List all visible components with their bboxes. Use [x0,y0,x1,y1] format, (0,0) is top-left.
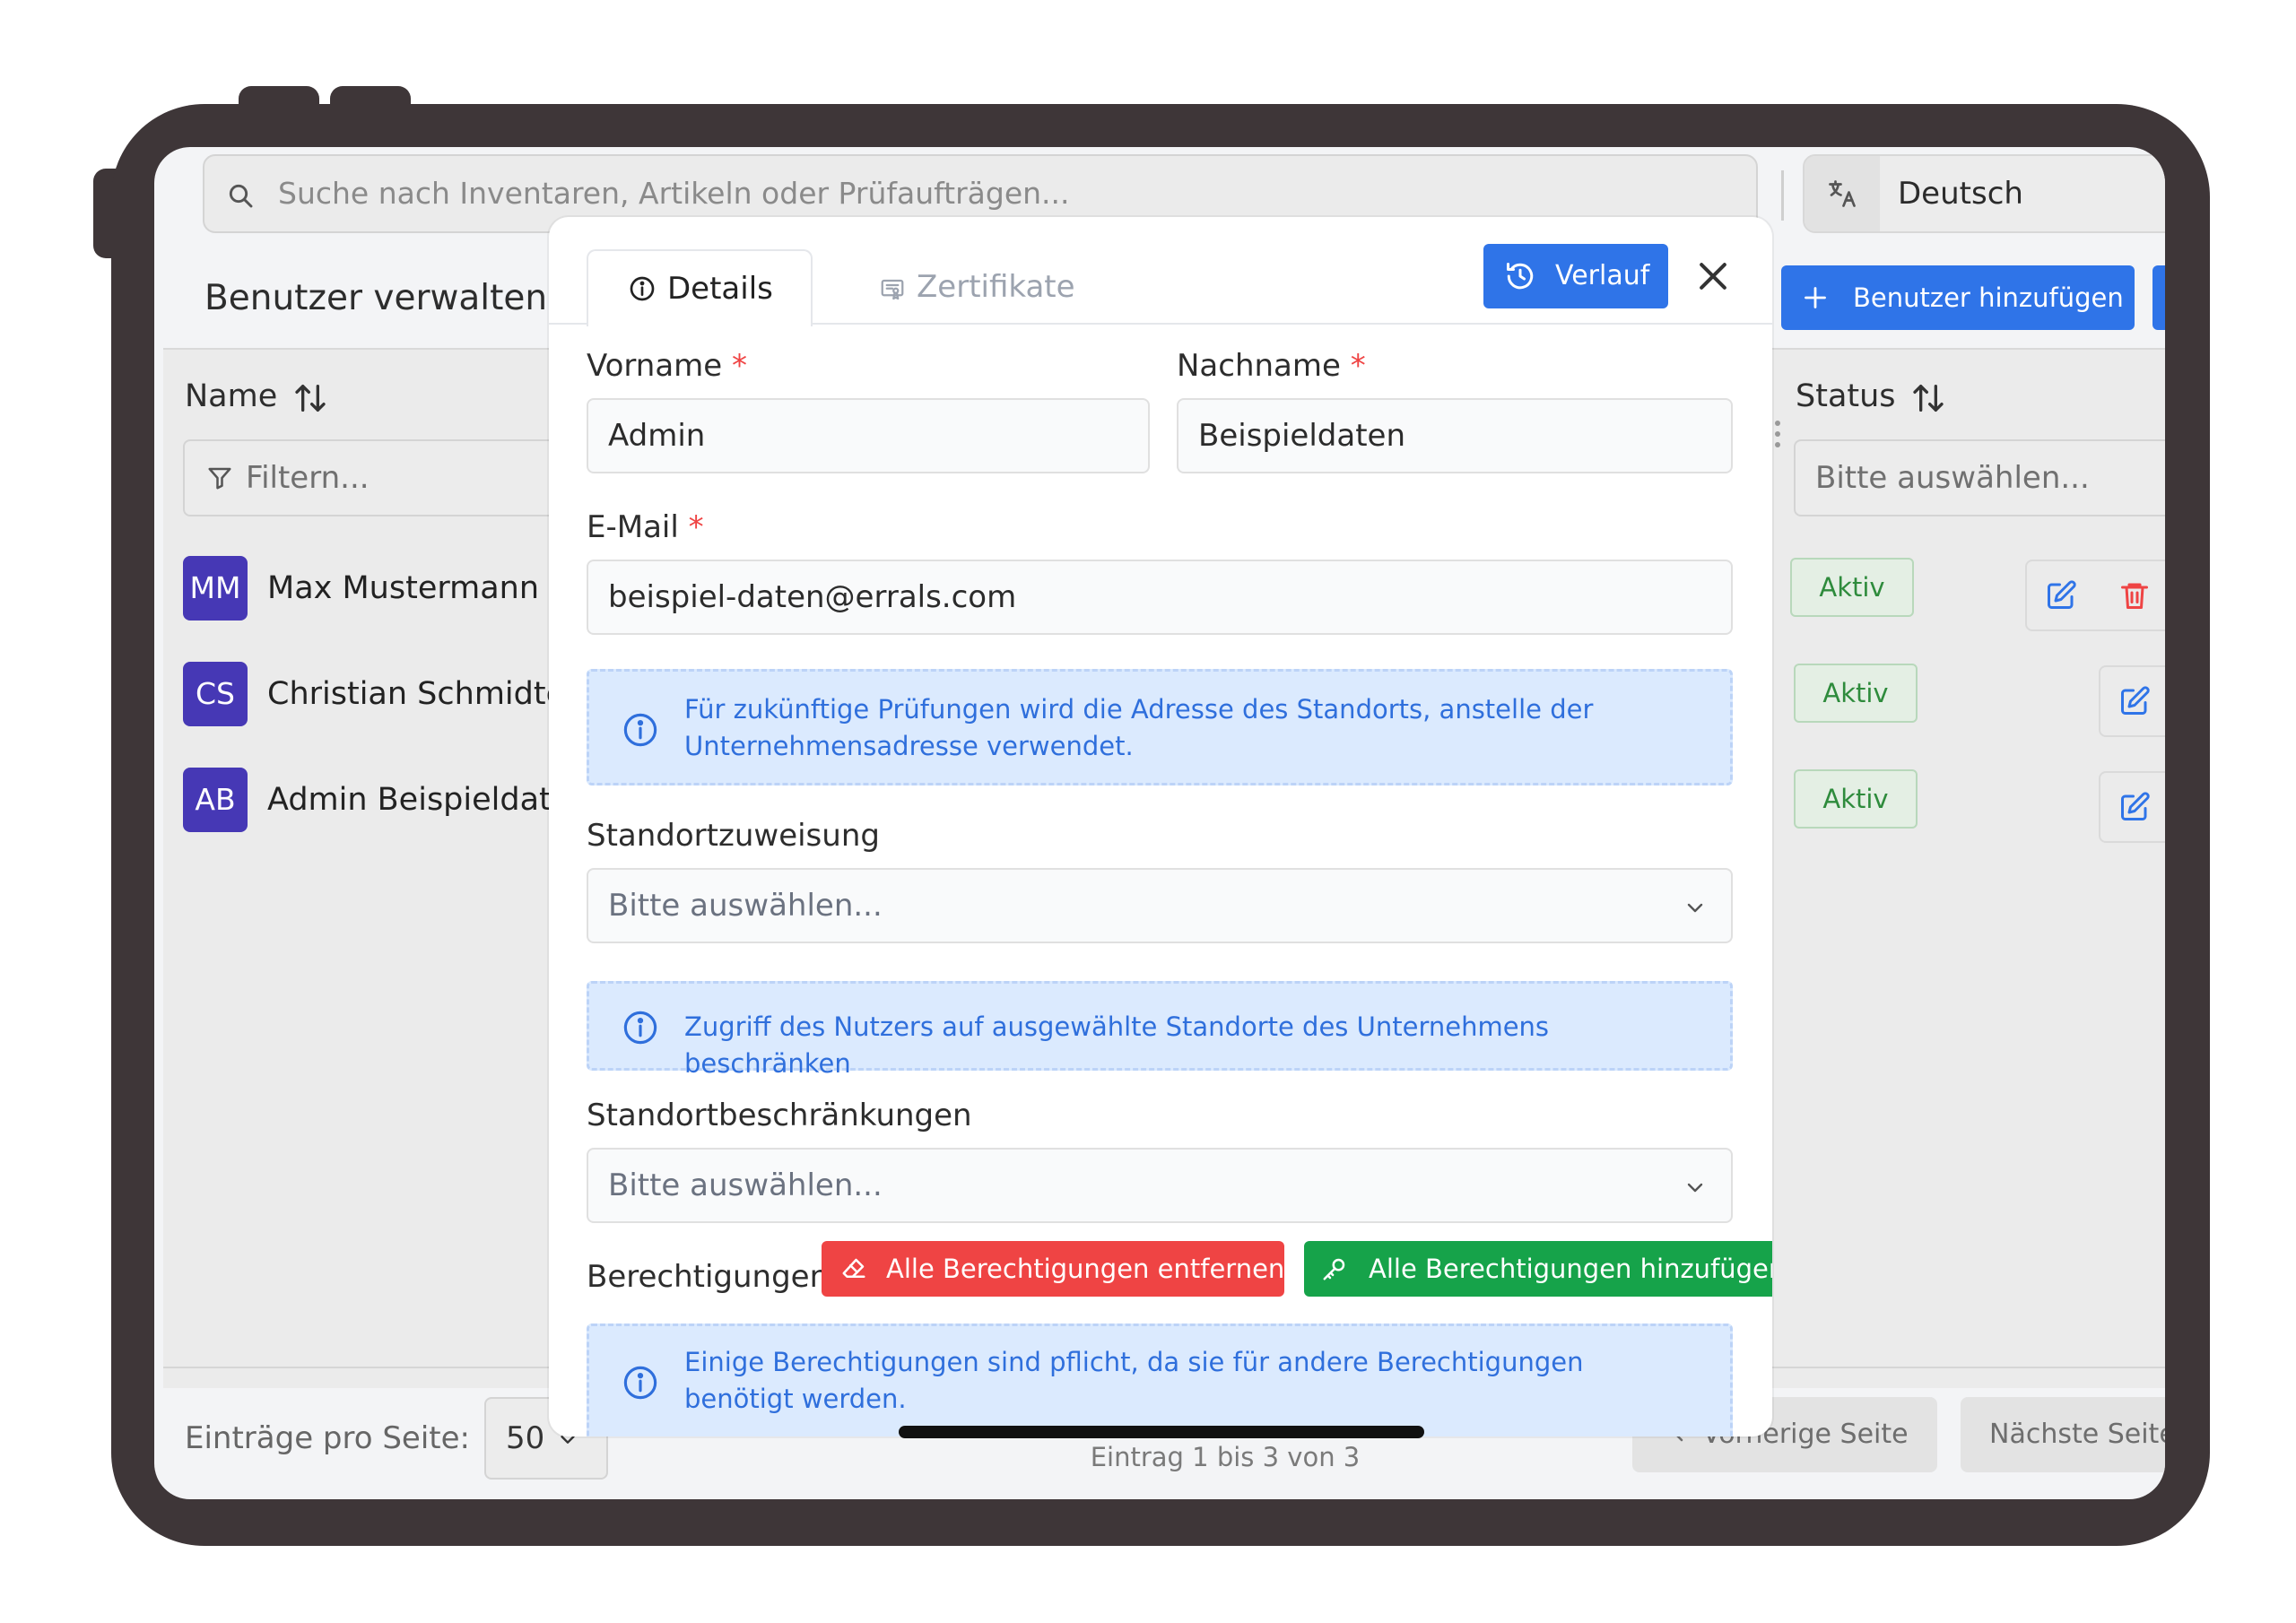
home-indicator [899,1426,1424,1438]
chevron-down-icon [1684,1176,1706,1198]
add-all-permissions-button[interactable]: Alle Berechtigungen hinzufügen [1304,1241,1772,1297]
avatar: MM [183,556,248,621]
status-filter-select[interactable]: Bitte auswählen... [1794,439,2165,516]
status-badge: Aktiv [1790,558,1914,617]
tab-details-label: Details [667,271,773,307]
tab-certificates-label: Zertifikate [917,269,1075,305]
info-restrict-notice: Zugriff des Nutzers auf ausgewählte Stan… [587,981,1733,1079]
row-actions [2099,771,2165,843]
per-page-value: 50 [506,1420,545,1456]
lastname-input[interactable]: Beispieldaten [1177,398,1733,473]
permissions-label: Berechtigungen [587,1259,830,1295]
eraser-icon [842,1258,865,1278]
required-asterisk: * [1350,348,1366,384]
firstname-label: Vorname * [587,348,748,384]
restrictions-label: Standortbeschränkungen [587,1098,972,1133]
sort-icon[interactable] [1910,380,1946,416]
firstname-value: Admin [608,418,706,454]
tab-details[interactable]: Details [587,249,813,326]
chevron-down-icon [1684,897,1706,918]
search-icon [226,181,255,210]
add-user-label: Benutzer hinzufügen [1853,282,2124,313]
edit-icon[interactable] [2118,685,2151,717]
location-select[interactable]: Bitte auswählen... [587,868,1733,943]
info-restrict-text: Zugriff des Nutzers auf ausgewählte Stan… [684,1011,1550,1079]
required-asterisk: * [732,348,748,384]
info-icon [623,713,657,747]
name-filter-input[interactable]: Filtern... [183,439,563,516]
lastname-label: Nachname * [1177,348,1366,384]
entries-count: Eintrag 1 bis 3 von 3 [1090,1442,1361,1472]
info-icon [630,276,655,301]
plus-icon [1803,285,1828,310]
location-label: Standortzuweisung [587,818,880,854]
required-asterisk: * [688,509,704,545]
certificate-icon [881,279,904,300]
edit-icon[interactable] [2118,791,2151,823]
info-address-notice: Für zukünftige Prüfungen wird die Adress… [587,669,1733,785]
history-label: Verlauf [1555,260,1650,291]
close-icon[interactable] [1693,256,1733,296]
info-permissions-text: Einige Berechtigungen sind pflicht, da s… [684,1347,1584,1414]
filter-placeholder: Filtern... [246,460,370,496]
user-name: Max Mustermann [267,570,540,606]
history-button[interactable]: Verlauf [1483,244,1668,308]
add-user-button[interactable]: Benutzer hinzufügen [1781,265,2135,330]
add-all-permissions-label: Alle Berechtigungen hinzufügen [1369,1254,1772,1284]
more-actions-button[interactable] [2152,265,2165,330]
header-divider [1781,170,1784,221]
email-label: E-Mail * [587,509,704,545]
avatar: CS [183,662,248,726]
edit-user-modal: Details Zertifikate Verlauf Vorname * Ad… [549,217,1772,1436]
tablet-screen: Suche nach Inventaren, Artikeln oder Prü… [154,147,2165,1499]
language-label: Deutsch [1898,176,2023,212]
next-page-label: Nächste Seite [1989,1419,2165,1450]
avatar: AB [183,768,248,832]
user-name: Admin Beispieldate [267,782,571,818]
remove-all-permissions-label: Alle Berechtigungen entfernen [886,1254,1285,1284]
info-icon [623,1366,657,1400]
per-page-label: Einträge pro Seite: [185,1420,471,1456]
restrictions-select[interactable]: Bitte auswählen... [587,1148,1733,1223]
language-selector[interactable]: Deutsch [1803,154,2165,233]
edit-icon[interactable] [2045,579,2077,612]
remove-all-permissions-button[interactable]: Alle Berechtigungen entfernen [822,1241,1284,1297]
key-icon [1323,1258,1345,1280]
row-actions [2099,665,2165,737]
sort-icon[interactable] [292,380,328,416]
email-field[interactable]: beispiel-daten@errals.com [587,560,1733,635]
status-filter-placeholder: Bitte auswählen... [1815,460,2090,496]
location-placeholder: Bitte auswählen... [608,888,883,924]
trash-icon[interactable] [2118,579,2151,612]
info-permissions-notice: Einige Berechtigungen sind pflicht, da s… [587,1324,1733,1436]
column-resize-handle[interactable] [1772,416,1783,452]
status-badge: Aktiv [1794,664,1918,723]
lastname-value: Beispieldaten [1198,418,1406,454]
firstname-input[interactable]: Admin [587,398,1150,473]
history-icon [1507,263,1534,290]
user-name: Christian Schmidte [267,676,566,712]
next-page-button[interactable]: Nächste Seite [1961,1397,2165,1472]
translate-icon [1805,156,1880,231]
info-address-text: Für zukünftige Prüfungen wird die Adress… [684,694,1594,761]
email-value: beispiel-daten@errals.com [608,579,1017,615]
restrictions-placeholder: Bitte auswählen... [608,1167,883,1203]
row-actions [2025,560,2165,631]
filter-icon [206,464,233,491]
status-badge: Aktiv [1794,769,1918,829]
column-header-name[interactable]: Name [185,378,277,414]
page-title: Benutzer verwalten [204,278,548,318]
column-header-status[interactable]: Status [1796,378,1896,414]
info-icon [623,1011,657,1045]
